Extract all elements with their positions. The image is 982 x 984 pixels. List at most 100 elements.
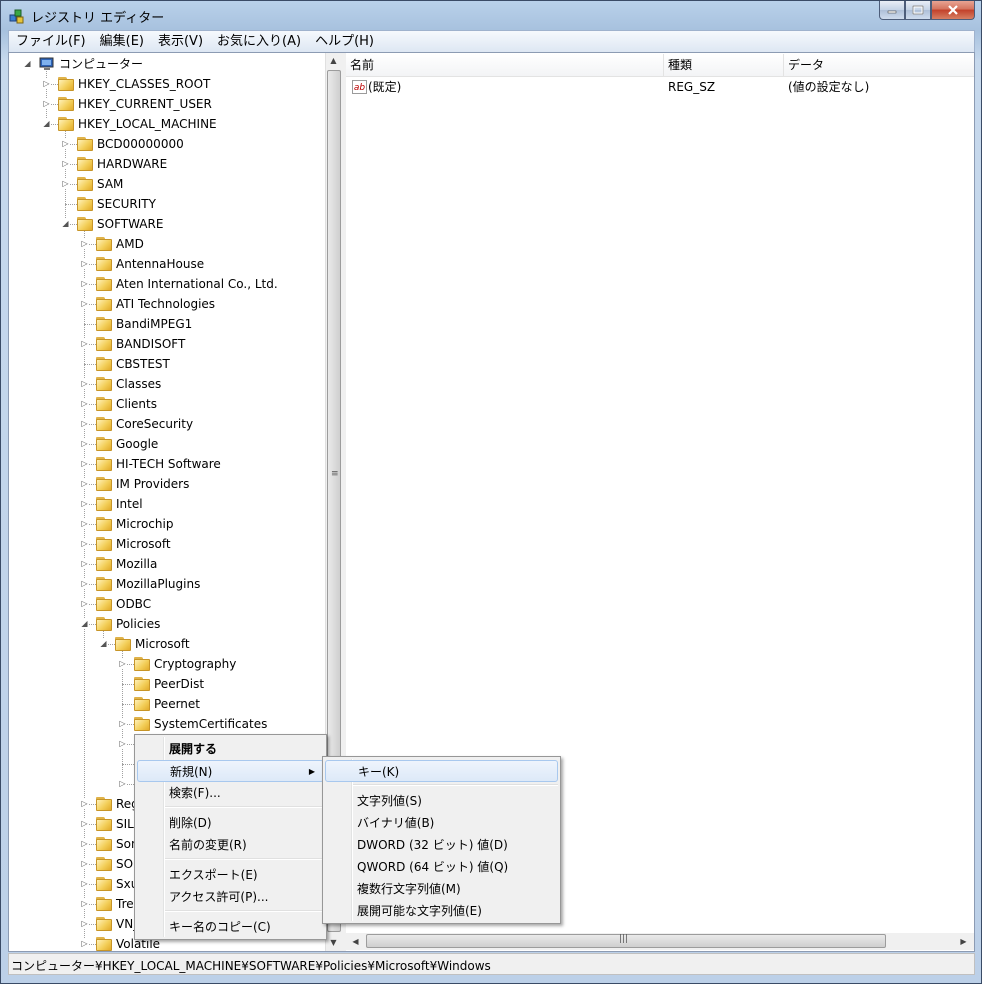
scroll-up-arrow-icon[interactable]: ▲	[326, 53, 341, 68]
close-button[interactable]	[931, 1, 975, 20]
submenu-item[interactable]: QWORD (64 ビット) 値(Q)	[325, 856, 558, 878]
tree-item-cryptography[interactable]: ▷ Cryptography	[9, 654, 325, 674]
expand-arrow-icon[interactable]: ▷	[80, 539, 89, 548]
tree-item-bcd00000000[interactable]: ▷ BCD00000000	[9, 134, 325, 154]
collapse-arrow-icon[interactable]: ◢	[99, 639, 108, 648]
expand-arrow-icon[interactable]: ▷	[61, 159, 70, 168]
expand-arrow-icon[interactable]: ▷	[118, 779, 127, 788]
list-row[interactable]: ab (既定) REG_SZ (値の設定なし)	[346, 77, 974, 97]
menu-view[interactable]: 表示(V)	[151, 32, 210, 52]
context-menu-item[interactable]: エクスポート(E)	[137, 864, 324, 886]
tree-item-peerdist[interactable]: PeerDist	[9, 674, 325, 694]
tree-item-bandisoft[interactable]: ▷ BANDISOFT	[9, 334, 325, 354]
expand-arrow-icon[interactable]: ▷	[80, 879, 89, 888]
expand-arrow-icon[interactable]: ▷	[80, 899, 89, 908]
context-menu-item[interactable]: 新規(N) ▶	[137, 760, 324, 782]
tree-item-ati-technologies[interactable]: ▷ ATI Technologies	[9, 294, 325, 314]
expand-arrow-icon[interactable]: ▷	[80, 579, 89, 588]
list-scroll-thumb[interactable]: |||	[366, 934, 886, 948]
tree-item-bandimpeg1[interactable]: BandiMPEG1	[9, 314, 325, 334]
scroll-left-arrow-icon[interactable]: ◀	[348, 934, 363, 949]
expand-arrow-icon[interactable]: ▷	[61, 179, 70, 188]
expand-arrow-icon[interactable]: ▷	[80, 459, 89, 468]
scroll-down-arrow-icon[interactable]: ▼	[326, 935, 341, 950]
tree-item-policies[interactable]: ◢ Policies	[9, 614, 325, 634]
expand-arrow-icon[interactable]: ▷	[80, 399, 89, 408]
tree-item-amd[interactable]: ▷ AMD	[9, 234, 325, 254]
expand-arrow-icon[interactable]: ▷	[80, 819, 89, 828]
expand-arrow-icon[interactable]: ▷	[80, 939, 89, 948]
tree-item-hkey-local-machine[interactable]: ◢ HKEY_LOCAL_MACHINE	[9, 114, 325, 134]
collapse-arrow-icon[interactable]: ◢	[42, 119, 51, 128]
tree-item-hkey-current-user[interactable]: ▷ HKEY_CURRENT_USER	[9, 94, 325, 114]
tree-item-intel[interactable]: ▷ Intel	[9, 494, 325, 514]
tree-item-classes[interactable]: ▷ Classes	[9, 374, 325, 394]
tree-item-im-providers[interactable]: ▷ IM Providers	[9, 474, 325, 494]
maximize-button[interactable]	[905, 1, 931, 20]
submenu-item[interactable]: 複数行文字列値(M)	[325, 878, 558, 900]
column-header-name[interactable]: 名前	[346, 54, 664, 76]
expand-arrow-icon[interactable]: ▷	[80, 859, 89, 868]
tree-item-key[interactable]: ◢ コンピューター	[9, 54, 325, 74]
collapse-arrow-icon[interactable]: ◢	[80, 619, 89, 628]
tree-item-mozillaplugins[interactable]: ▷ MozillaPlugins	[9, 574, 325, 594]
expand-arrow-icon[interactable]: ▷	[118, 739, 127, 748]
tree-item-microchip[interactable]: ▷ Microchip	[9, 514, 325, 534]
collapse-arrow-icon[interactable]: ◢	[23, 59, 32, 68]
tree-item-odbc[interactable]: ▷ ODBC	[9, 594, 325, 614]
expand-arrow-icon[interactable]: ▷	[118, 719, 127, 728]
tree-item-hi-tech-software[interactable]: ▷ HI-TECH Software	[9, 454, 325, 474]
expand-arrow-icon[interactable]: ▷	[118, 659, 127, 668]
menu-help[interactable]: ヘルプ(H)	[308, 32, 381, 52]
menu-file[interactable]: ファイル(F)	[9, 32, 93, 52]
tree-item-mozilla[interactable]: ▷ Mozilla	[9, 554, 325, 574]
tree-item-google[interactable]: ▷ Google	[9, 434, 325, 454]
list-horizontal-scrollbar[interactable]: ◀ ||| ▶	[346, 933, 974, 950]
tree-item-systemcertificates[interactable]: ▷ SystemCertificates	[9, 714, 325, 734]
tree-item-sam[interactable]: ▷ SAM	[9, 174, 325, 194]
expand-arrow-icon[interactable]: ▷	[42, 99, 51, 108]
tree-item-security[interactable]: SECURITY	[9, 194, 325, 214]
minimize-button[interactable]	[879, 1, 905, 20]
expand-arrow-icon[interactable]: ▷	[80, 559, 89, 568]
expand-arrow-icon[interactable]: ▷	[80, 499, 89, 508]
column-header-type[interactable]: 種類	[664, 54, 784, 76]
expand-arrow-icon[interactable]: ▷	[80, 379, 89, 388]
scroll-right-arrow-icon[interactable]: ▶	[956, 934, 971, 949]
expand-arrow-icon[interactable]: ▷	[80, 479, 89, 488]
expand-arrow-icon[interactable]: ▷	[80, 919, 89, 928]
column-header-data[interactable]: データ	[784, 54, 974, 76]
tree-item-coresecurity[interactable]: ▷ CoreSecurity	[9, 414, 325, 434]
tree-item-hardware[interactable]: ▷ HARDWARE	[9, 154, 325, 174]
context-menu-item[interactable]: 名前の変更(R)	[137, 834, 324, 856]
tree-item-clients[interactable]: ▷ Clients	[9, 394, 325, 414]
context-menu-item[interactable]: 展開する	[137, 738, 324, 760]
expand-arrow-icon[interactable]: ▷	[80, 299, 89, 308]
tree-item-software[interactable]: ◢ SOFTWARE	[9, 214, 325, 234]
context-menu-item[interactable]: キー名のコピー(C)	[137, 916, 324, 938]
submenu-item[interactable]: バイナリ値(B)	[325, 812, 558, 834]
expand-arrow-icon[interactable]: ▷	[80, 519, 89, 528]
expand-arrow-icon[interactable]: ▷	[80, 839, 89, 848]
context-menu-item[interactable]: 検索(F)...	[137, 782, 324, 804]
expand-arrow-icon[interactable]: ▷	[80, 799, 89, 808]
expand-arrow-icon[interactable]: ▷	[42, 79, 51, 88]
expand-arrow-icon[interactable]: ▷	[80, 439, 89, 448]
collapse-arrow-icon[interactable]: ◢	[61, 219, 70, 228]
expand-arrow-icon[interactable]: ▷	[80, 239, 89, 248]
expand-arrow-icon[interactable]: ▷	[80, 419, 89, 428]
submenu-item[interactable]: DWORD (32 ビット) 値(D)	[325, 834, 558, 856]
expand-arrow-icon[interactable]: ▷	[80, 599, 89, 608]
tree-item-microsoft[interactable]: ◢ Microsoft	[9, 634, 325, 654]
title-bar[interactable]: レジストリ エディター	[1, 1, 981, 31]
expand-arrow-icon[interactable]: ▷	[80, 259, 89, 268]
submenu-item[interactable]: 展開可能な文字列値(E)	[325, 900, 558, 922]
context-menu-item[interactable]: 削除(D)	[137, 812, 324, 834]
submenu-item[interactable]: 文字列値(S)	[325, 790, 558, 812]
menu-favorites[interactable]: お気に入り(A)	[210, 32, 308, 52]
expand-arrow-icon[interactable]: ▷	[80, 279, 89, 288]
context-menu-item[interactable]: アクセス許可(P)...	[137, 886, 324, 908]
tree-item-aten-international-co-ltd[interactable]: ▷ Aten International Co., Ltd.	[9, 274, 325, 294]
tree-item-cbstest[interactable]: CBSTEST	[9, 354, 325, 374]
expand-arrow-icon[interactable]: ▷	[61, 139, 70, 148]
